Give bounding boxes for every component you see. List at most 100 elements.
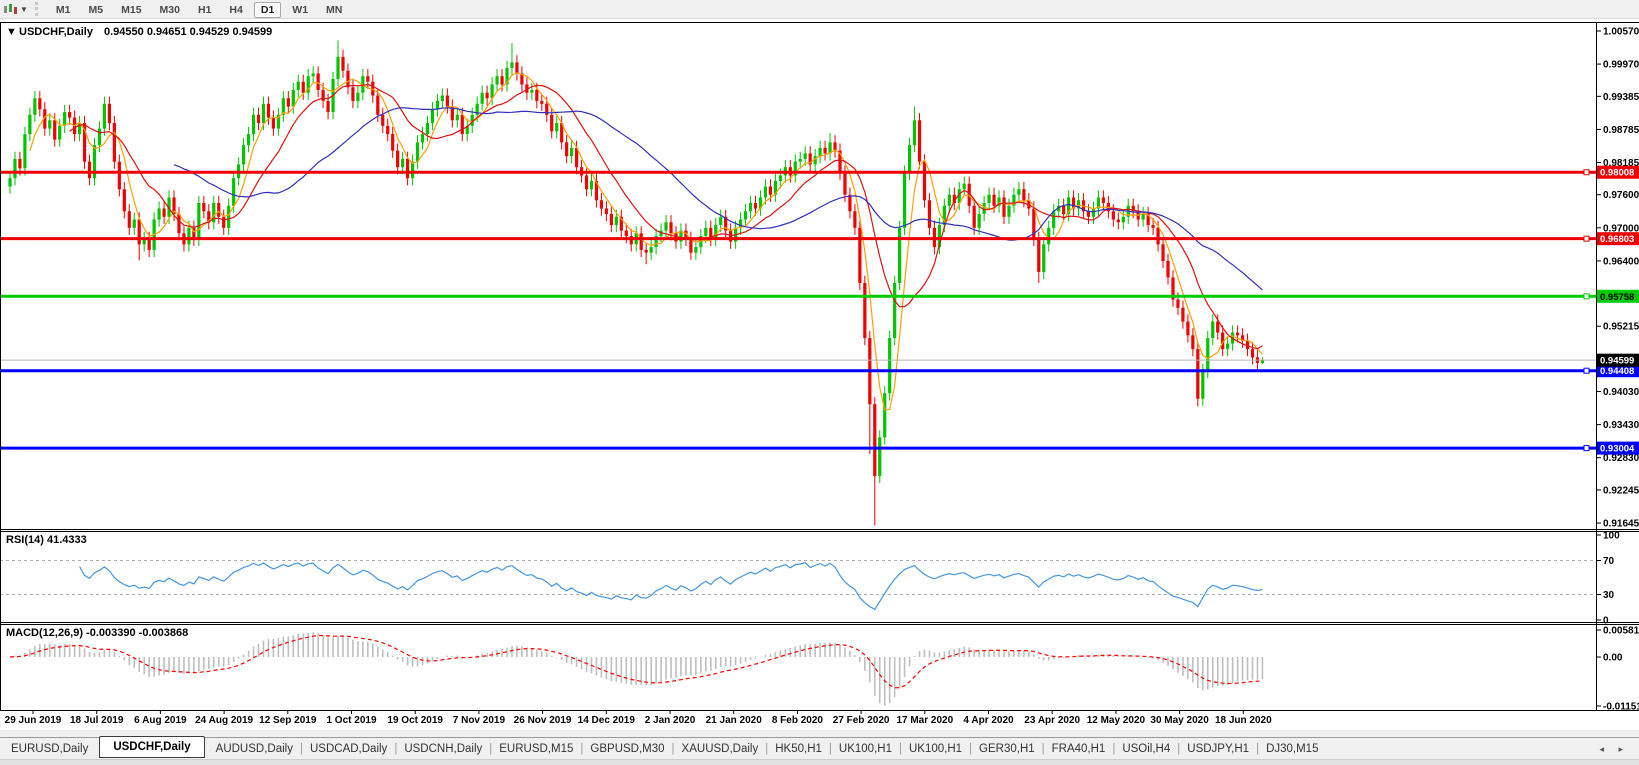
level-handle[interactable] bbox=[1583, 367, 1590, 374]
timeframe-button-d1[interactable]: D1 bbox=[253, 2, 282, 18]
candle-body bbox=[1111, 211, 1115, 220]
candle-body bbox=[778, 175, 782, 181]
date-label: 8 Feb 2020 bbox=[772, 715, 824, 726]
toolbar-dropdown-caret-icon[interactable]: ▼ bbox=[20, 5, 28, 14]
candle-body bbox=[903, 172, 907, 228]
candle-body bbox=[1047, 227, 1051, 245]
candle-body bbox=[112, 123, 116, 162]
candle-body bbox=[912, 120, 917, 146]
timeframe-button-w1[interactable]: W1 bbox=[285, 2, 315, 18]
window-gap-strip bbox=[0, 730, 1639, 737]
candle-body bbox=[987, 194, 991, 204]
candle-body bbox=[917, 120, 922, 162]
candle-body bbox=[922, 161, 927, 201]
chart-tab-ger30-h1[interactable]: GER30,H1 bbox=[968, 741, 1046, 757]
timeframe-button-m1[interactable]: M1 bbox=[49, 2, 78, 18]
chart-title-ohlc: 0.94550 0.94651 0.94529 0.94599 bbox=[104, 26, 272, 38]
chart-tab-gbpusd-m30[interactable]: GBPUSD,M30 bbox=[579, 741, 675, 757]
candle-body bbox=[420, 134, 425, 143]
price-tick-label: 1.00570 bbox=[1603, 27, 1639, 38]
timeframe-button-m30[interactable]: M30 bbox=[153, 2, 187, 18]
chart-tab-eurusd-daily[interactable]: EURUSD,Daily bbox=[0, 741, 99, 757]
candle-body bbox=[197, 203, 201, 239]
rsi-label: RSI(14) 41.4333 bbox=[6, 534, 87, 546]
date-label: 7 Nov 2019 bbox=[453, 715, 506, 726]
candle-body bbox=[430, 109, 435, 124]
date-label: 21 Jan 2020 bbox=[706, 715, 763, 726]
candle-body bbox=[222, 216, 226, 228]
timeframe-buttons: M1 M5 M15 M30 H1 H4 D1 W1 MN bbox=[47, 0, 351, 18]
chart-tab-usdcad-daily[interactable]: USDCAD,Daily bbox=[299, 741, 398, 757]
level-handle[interactable] bbox=[1583, 169, 1590, 176]
price-tick-label: 0.99385 bbox=[1603, 92, 1639, 103]
tab-scroll-arrows[interactable]: ◂ ▸ bbox=[1599, 744, 1629, 755]
candle-body bbox=[23, 134, 27, 169]
price-tick-label: 0.98785 bbox=[1603, 125, 1639, 136]
timeframe-button-m5[interactable]: M5 bbox=[82, 2, 111, 18]
candle-body bbox=[768, 186, 773, 195]
chart-tab-eurusd-m15[interactable]: EURUSD,M15 bbox=[488, 741, 584, 757]
chart-tab-fra40-h1[interactable]: FRA40,H1 bbox=[1041, 741, 1117, 757]
level-handle[interactable] bbox=[1583, 235, 1590, 242]
candle-body bbox=[863, 282, 867, 339]
chart-tab-usdcnh-daily[interactable]: USDCNH,Daily bbox=[393, 741, 493, 757]
candle-body bbox=[977, 214, 981, 228]
candle-body bbox=[177, 214, 181, 234]
chart-tab-usdjpy-h1[interactable]: USDJPY,H1 bbox=[1176, 741, 1260, 757]
timeframe-button-m15[interactable]: M15 bbox=[114, 2, 148, 18]
candle-body bbox=[1216, 321, 1220, 333]
date-label: 26 Nov 2019 bbox=[514, 715, 572, 726]
level-price-label: 0.94408 bbox=[1600, 366, 1634, 377]
candle-body bbox=[763, 186, 768, 198]
chart-symbol-dropdown-icon[interactable]: ▼ bbox=[6, 26, 17, 38]
date-label: 17 Mar 2020 bbox=[896, 715, 953, 726]
candle-body bbox=[107, 103, 111, 124]
chart-tab-uk100-h1[interactable]: UK100,H1 bbox=[828, 741, 903, 757]
toolbar-separator bbox=[34, 2, 43, 16]
chart-tab-usoil-h4[interactable]: USOil,H4 bbox=[1111, 741, 1181, 757]
level-handle[interactable] bbox=[1583, 293, 1590, 300]
candle-body bbox=[1091, 208, 1096, 217]
chart-tab-uk100-h1[interactable]: UK100,H1 bbox=[898, 741, 973, 757]
chart-tab-hk50-h1[interactable]: HK50,H1 bbox=[764, 741, 833, 757]
candle-body bbox=[694, 247, 698, 253]
candle-body bbox=[341, 56, 345, 71]
timeframe-button-h4[interactable]: H4 bbox=[222, 2, 249, 18]
candle-body bbox=[614, 216, 618, 226]
chart-background[interactable] bbox=[0, 22, 1639, 710]
candle-body bbox=[992, 194, 996, 206]
candle-body bbox=[8, 178, 12, 187]
timeframe-button-mn[interactable]: MN bbox=[319, 2, 349, 18]
chart-tab-audusd-daily[interactable]: AUDUSD,Daily bbox=[205, 741, 304, 757]
candle-body bbox=[68, 112, 72, 118]
candle-body bbox=[137, 219, 141, 245]
candle-body bbox=[386, 125, 390, 135]
candle-body bbox=[28, 114, 32, 135]
chart-area[interactable]: 1.005700.999700.993850.987850.981850.976… bbox=[0, 18, 1639, 730]
chart-tab-xauusd-daily[interactable]: XAUUSD,Daily bbox=[671, 741, 770, 757]
candle-body bbox=[187, 227, 191, 245]
level-price-label: 0.98008 bbox=[1600, 168, 1634, 179]
level-handle[interactable] bbox=[1583, 445, 1590, 452]
candle-body bbox=[1007, 205, 1011, 217]
candle-body bbox=[63, 112, 67, 126]
candle-body bbox=[485, 92, 489, 99]
candle-body bbox=[122, 189, 126, 212]
date-label: 4 Apr 2020 bbox=[963, 715, 1014, 726]
price-tick-label: 0.96400 bbox=[1603, 256, 1639, 267]
candle-body bbox=[346, 70, 350, 88]
candle-body bbox=[246, 134, 251, 146]
candle-body bbox=[530, 89, 534, 93]
candle-body bbox=[1151, 225, 1155, 228]
candle-body bbox=[584, 175, 589, 190]
candle-body bbox=[232, 178, 236, 206]
price-tick-label: 0.91645 bbox=[1603, 519, 1639, 530]
candle-body bbox=[460, 114, 464, 135]
timeframe-button-h1[interactable]: H1 bbox=[191, 2, 218, 18]
chart-tab-usdchf-daily[interactable]: USDCHF,Daily bbox=[99, 736, 205, 758]
candle-body bbox=[689, 238, 693, 253]
candle-body bbox=[555, 123, 559, 132]
chart-tab-dj30-m15[interactable]: DJ30,M15 bbox=[1255, 741, 1329, 757]
candle-body bbox=[719, 216, 723, 226]
chart-tools-icon[interactable] bbox=[2, 3, 18, 16]
